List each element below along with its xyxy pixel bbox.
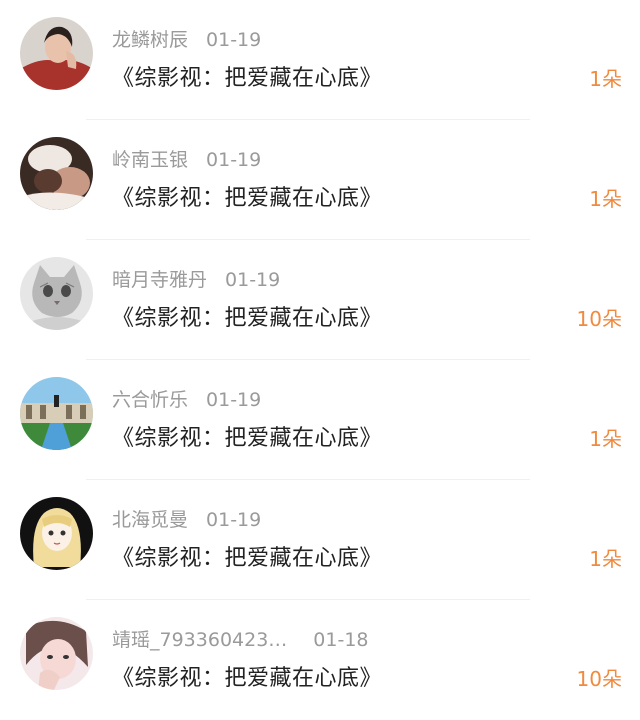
sender-name[interactable]: 暗月寺雅丹 [112, 269, 207, 291]
list-item[interactable]: 靖瑶_793360423… 01-18 《综影视：把爱藏在心底》 10朵 [0, 600, 640, 720]
sender-meta: 北海觅曼 01-19 [112, 505, 261, 532]
gift-date: 01-18 [313, 629, 369, 651]
gift-date: 01-19 [206, 389, 262, 411]
gift-record-list: 龙鳞树辰 01-19 《综影视：把爱藏在心底》 1朵 岭南玉银 01-19 《综影视… [0, 0, 640, 719]
book-title[interactable]: 《综影视：把爱藏在心底》 [112, 60, 382, 92]
sender-name[interactable]: 六合忻乐 [112, 389, 188, 411]
gift-date: 01-19 [225, 269, 281, 291]
gift-date: 01-19 [206, 29, 262, 51]
gift-amount: 1朵 [589, 187, 622, 211]
sender-name[interactable]: 北海觅曼 [112, 509, 188, 531]
sender-meta: 六合忻乐 01-19 [112, 385, 261, 412]
gift-date: 01-19 [206, 509, 262, 531]
avatar-woman-red-sweater-icon[interactable] [20, 17, 93, 90]
sender-meta: 岭南玉银 01-19 [112, 145, 261, 172]
avatar-couple-embrace-icon[interactable] [20, 137, 93, 210]
list-item[interactable]: 岭南玉银 01-19 《综影视：把爱藏在心底》 1朵 [0, 120, 640, 240]
list-item[interactable]: 六合忻乐 01-19 《综影视：把爱藏在心底》 1朵 [0, 360, 640, 480]
sender-meta: 暗月寺雅丹 01-19 [112, 265, 280, 292]
list-item[interactable]: 北海觅曼 01-19 《综影视：把爱藏在心底》 1朵 [0, 480, 640, 600]
gift-amount: 10朵 [576, 667, 622, 691]
book-title[interactable]: 《综影视：把爱藏在心底》 [112, 300, 382, 332]
book-title[interactable]: 《综影视：把爱藏在心底》 [112, 180, 382, 212]
sender-meta: 龙鳞树辰 01-19 [112, 25, 261, 52]
avatar-anime-girl-icon[interactable] [20, 497, 93, 570]
gift-amount: 10朵 [576, 307, 622, 331]
sender-meta: 靖瑶_793360423… 01-18 [112, 625, 369, 652]
gift-date: 01-19 [206, 149, 262, 171]
sender-name[interactable]: 靖瑶_793360423… [112, 629, 287, 651]
avatar-palace-garden-icon[interactable] [20, 377, 93, 450]
avatar-woman-selfie-icon[interactable] [20, 617, 93, 690]
gift-amount: 1朵 [589, 67, 622, 91]
book-title[interactable]: 《综影视：把爱藏在心底》 [112, 420, 382, 452]
gift-amount: 1朵 [589, 427, 622, 451]
list-item[interactable]: 暗月寺雅丹 01-19 《综影视：把爱藏在心底》 10朵 [0, 240, 640, 360]
avatar-kitten-sketch-icon[interactable] [20, 257, 93, 330]
book-title[interactable]: 《综影视：把爱藏在心底》 [112, 540, 382, 572]
gift-amount: 1朵 [589, 547, 622, 571]
book-title[interactable]: 《综影视：把爱藏在心底》 [112, 660, 382, 692]
sender-name[interactable]: 龙鳞树辰 [112, 29, 188, 51]
list-item[interactable]: 龙鳞树辰 01-19 《综影视：把爱藏在心底》 1朵 [0, 0, 640, 120]
sender-name[interactable]: 岭南玉银 [112, 149, 188, 171]
